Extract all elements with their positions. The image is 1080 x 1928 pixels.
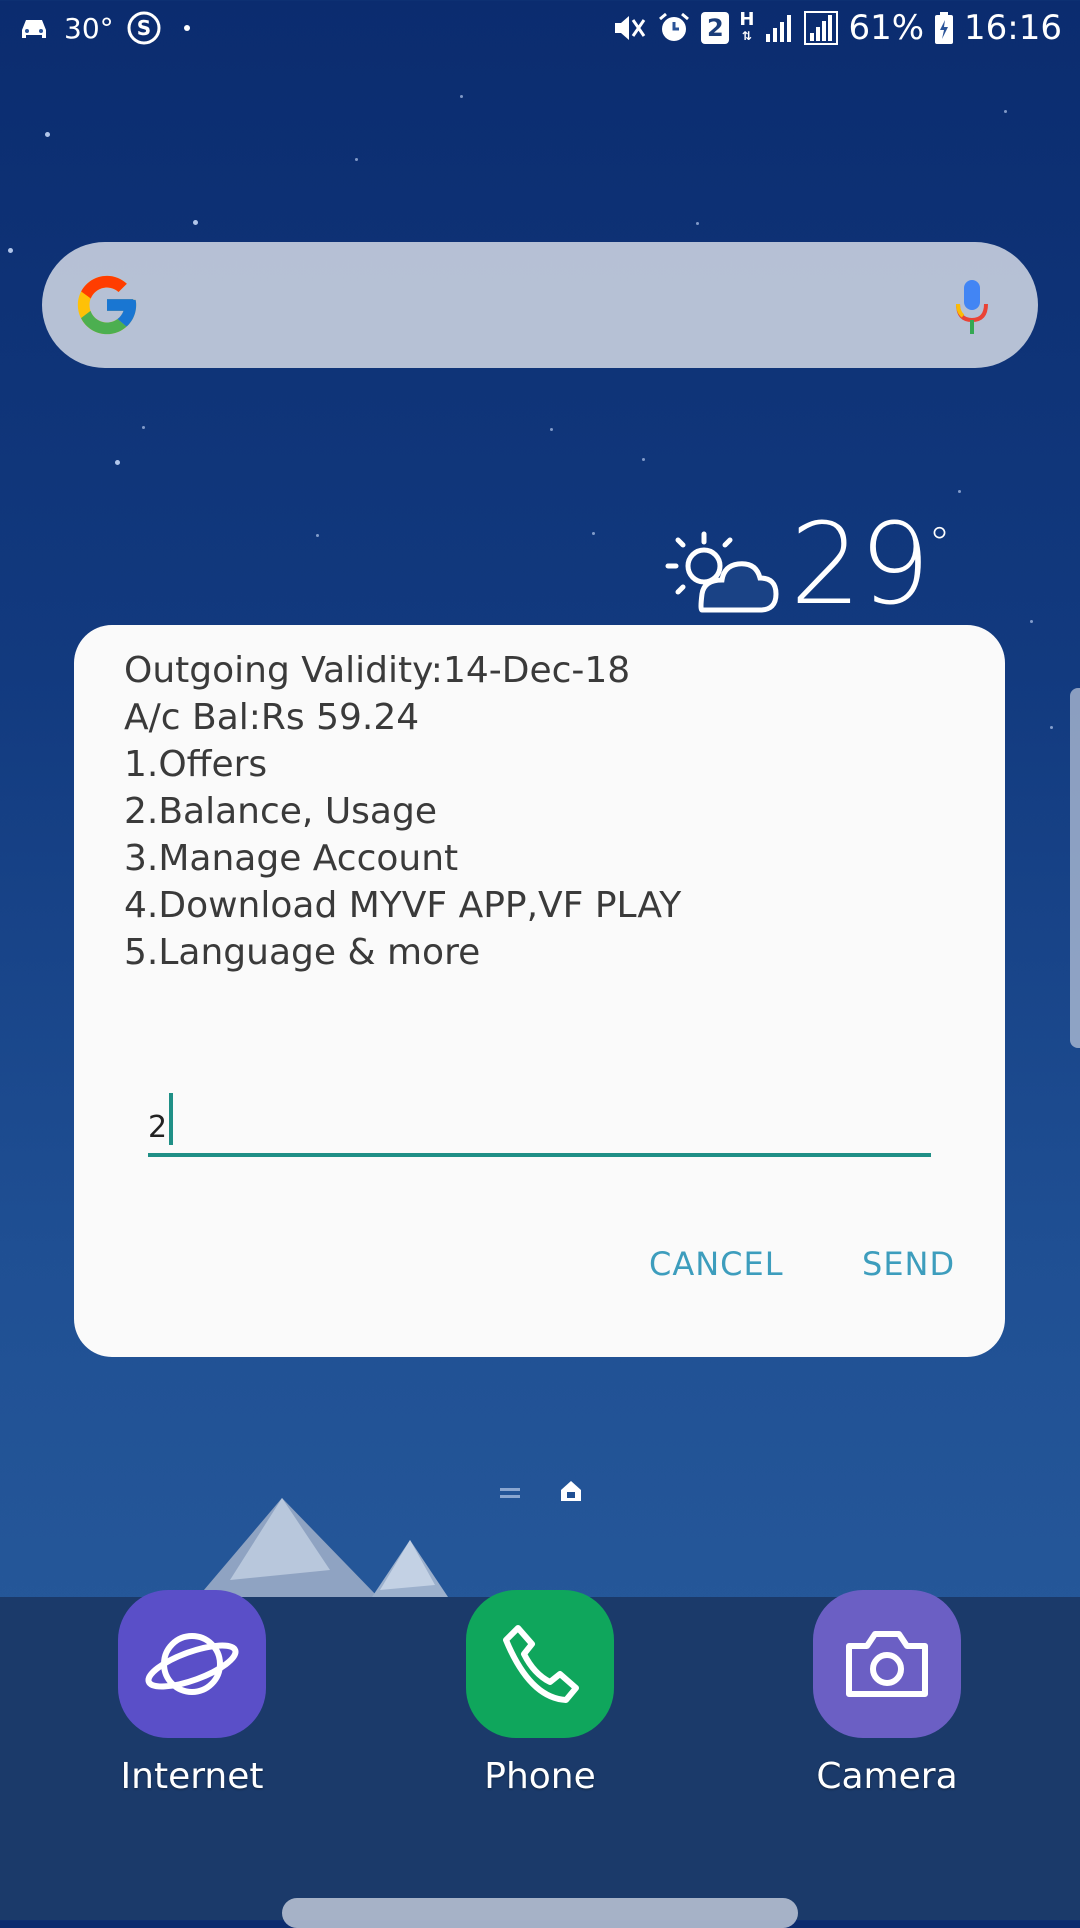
ussd-dialog: Outgoing Validity:14-Dec-18 A/c Bal:Rs 5… [74, 625, 1005, 1357]
star [8, 248, 13, 253]
star [642, 458, 645, 461]
star [193, 220, 198, 225]
microphone-icon[interactable] [954, 278, 990, 338]
app-internet[interactable]: Internet [117, 1590, 267, 1797]
weather-degree-symbol: ° [928, 518, 951, 569]
camera-icon [813, 1590, 961, 1738]
input-value: 2 [148, 1110, 168, 1145]
home-indicator-icon[interactable] [558, 1478, 584, 1504]
text-cursor [169, 1093, 174, 1145]
star [592, 532, 595, 535]
google-search-bar[interactable] [42, 242, 1038, 368]
google-g-icon [77, 275, 137, 335]
send-button[interactable]: SEND [862, 1245, 955, 1283]
signal-icon [764, 12, 794, 44]
clock-time: 16:16 [964, 8, 1062, 48]
status-bar: 30° S 2 H ⇅ 61% 16:16 [0, 0, 1080, 62]
partly-cloudy-icon[interactable] [664, 528, 782, 618]
message-line: Outgoing Validity:14-Dec-18 [124, 650, 631, 691]
ussd-reply-input[interactable]: 2 [148, 1091, 931, 1157]
star [1004, 110, 1007, 113]
ussd-message: Outgoing Validity:14-Dec-18 A/c Bal:Rs 5… [124, 647, 681, 976]
app-label: Camera [816, 1756, 958, 1797]
star [316, 534, 319, 537]
star [355, 158, 358, 161]
message-line: 5.Language & more [124, 932, 481, 973]
skype-icon: S [126, 10, 162, 46]
weather-temperature[interactable]: 29° [790, 500, 951, 630]
star [460, 95, 463, 98]
star [115, 460, 120, 465]
network-type-label: H [739, 9, 755, 30]
weather-temp-value: 29 [790, 500, 931, 630]
star [1030, 620, 1033, 623]
app-drawer-handle[interactable] [282, 1898, 798, 1928]
app-label: Internet [120, 1756, 264, 1797]
app-phone[interactable]: Phone [465, 1590, 615, 1797]
app-label: Phone [484, 1756, 596, 1797]
notification-dot-icon [183, 25, 190, 31]
alarm-icon [657, 11, 691, 45]
star [958, 490, 961, 493]
svg-text:S: S [136, 16, 150, 40]
sim-2-icon: 2 [701, 12, 730, 44]
menu-lines-icon[interactable] [500, 1486, 520, 1500]
battery-icon [934, 11, 954, 45]
mute-icon [611, 11, 647, 45]
status-temperature: 30° [64, 11, 114, 45]
message-line: 3.Manage Account [124, 838, 459, 879]
message-line: 4.Download MYVF APP,VF PLAY [124, 885, 682, 926]
phone-handset-icon [466, 1590, 614, 1738]
star [550, 428, 553, 431]
edge-panel-handle[interactable] [1070, 688, 1080, 1048]
message-line: 2.Balance, Usage [124, 791, 437, 832]
car-icon [18, 14, 52, 42]
star [45, 132, 50, 137]
message-line: A/c Bal:Rs 59.24 [124, 697, 420, 738]
star [1050, 726, 1053, 729]
roaming-signal-icon [804, 11, 839, 45]
battery-percent: 61% [848, 8, 925, 48]
internet-planet-icon [118, 1590, 266, 1738]
app-camera[interactable]: Camera [812, 1590, 962, 1797]
message-line: 1.Offers [124, 744, 268, 785]
data-h-icon: H ⇅ [739, 9, 755, 44]
star [696, 222, 699, 225]
cancel-button[interactable]: CANCEL [649, 1245, 784, 1283]
star [142, 426, 145, 429]
